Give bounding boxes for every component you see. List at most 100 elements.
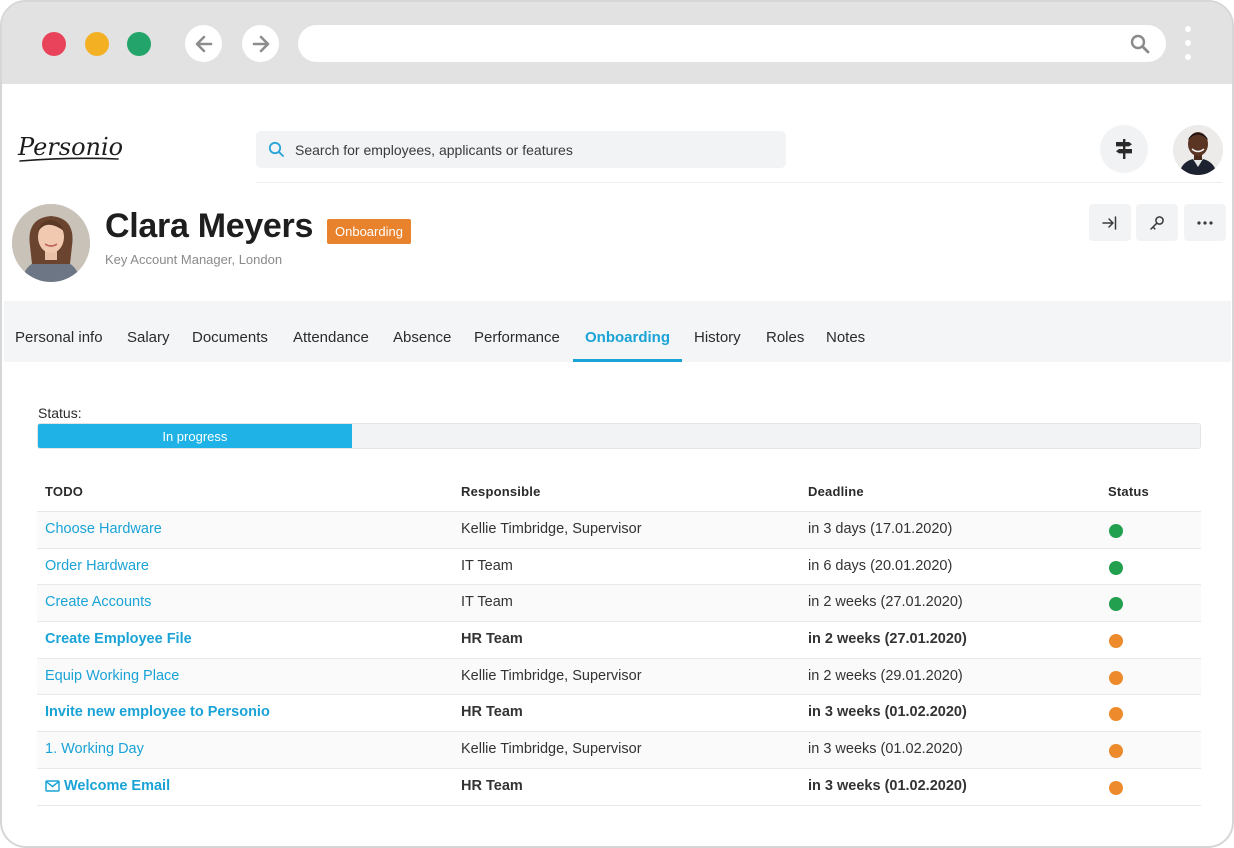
key-action-button[interactable] [1136,204,1178,241]
todo-link[interactable]: Order Hardware [45,558,149,574]
todo-label: Order Hardware [45,557,149,574]
deadline-cell: in 3 weeks (01.02.2020) [808,777,967,794]
search-placeholder: Search for employees, applicants or feat… [295,141,573,158]
search-icon[interactable] [1130,34,1150,54]
tab-attendance[interactable]: Attendance [293,301,369,362]
todo-label: 1. Working Day [45,741,144,758]
onboarding-progress-bar: In progress [37,423,1201,449]
responsible-cell: HR Team [461,777,523,794]
column-header-responsible[interactable]: Responsible [461,484,541,499]
todo-label: Equip Working Place [45,667,180,684]
tab-absence[interactable]: Absence [393,301,451,362]
table-row[interactable]: Create Accounts IT Team in 2 weeks (27.01.… [37,585,1201,623]
responsible-cell: Kellie Timbridge, Supervisor [461,667,642,684]
responsible-cell: HR Team [461,704,523,721]
todo-link[interactable]: Create Employee File [45,631,192,647]
employee-position: Key Account Manager, London [105,252,283,267]
deadline-cell: in 3 weeks (01.02.2020) [808,704,967,721]
status-indicator-dot [1109,780,1123,795]
tab-personal-info[interactable]: Personal info [15,301,103,362]
deadline-cell: in 2 weeks (29.01.2020) [808,667,963,684]
status-indicator-dot [1109,670,1123,685]
progress-label: In progress [162,428,228,444]
address-bar[interactable] [298,25,1166,62]
deadline-cell: in 3 days (17.01.2020) [808,521,953,537]
column-header-status[interactable]: Status [1108,484,1149,499]
personio-logo[interactable]: Personio [16,128,123,168]
deadline-cell: in 2 weeks (27.01.2020) [808,594,963,611]
tab-onboarding[interactable]: Onboarding [573,301,682,362]
status-indicator-dot [1109,597,1123,612]
onboarding-status-badge: Onboarding [327,219,411,244]
onboarding-todo-table: TODO Responsible Deadline Status Choose … [37,472,1201,806]
status-indicator-dot [1109,524,1123,538]
mail-icon [45,780,60,792]
todo-link[interactable]: Choose Hardware [45,521,162,537]
employee-name: Clara Meyers [105,207,314,245]
browser-window: Personio Search for employees, applicant… [0,0,1234,848]
signpost-icon [1116,139,1132,159]
tab-performance[interactable]: Performance [474,301,560,362]
responsible-cell: Kellie Timbridge, Supervisor [461,521,642,537]
login-action-button[interactable] [1089,204,1131,241]
todo-label: Welcome Email [64,777,171,794]
tab-notes[interactable]: Notes [826,301,865,362]
employee-photo [12,204,90,282]
back-button[interactable] [185,25,222,62]
more-options-button[interactable] [1184,204,1226,241]
table-body: Choose Hardware Kellie Timbridge, Supervi… [37,512,1201,806]
minimize-window-button[interactable] [85,32,109,56]
todo-link[interactable]: Equip Working Place [45,668,179,684]
todo-label: Choose Hardware [45,521,162,537]
employee-search-input[interactable]: Search for employees, applicants or feat… [256,131,786,168]
table-row[interactable]: Create Employee File HR Team in 2 weeks (2… [37,622,1201,659]
responsible-cell: IT Team [461,557,513,574]
forward-button[interactable] [242,25,279,62]
todo-link[interactable]: Invite new employee to Personio [45,704,270,720]
table-row[interactable]: Order Hardware IT Team in 6 days (20.01.20… [37,549,1201,586]
browser-toolbar [2,2,1232,84]
close-window-button[interactable] [42,32,66,56]
todo-label: Invite new employee to Personio [45,704,270,721]
status-indicator-dot [1109,560,1123,575]
responsible-cell: Kellie Timbridge, Supervisor [461,741,642,758]
table-row[interactable]: Invite new employee to Personio HR Team in… [37,695,1201,733]
status-indicator-dot [1109,634,1123,649]
todo-label: Create Employee File [45,631,192,648]
column-header-deadline[interactable]: Deadline [808,484,864,499]
deadline-cell: in 3 weeks (01.02.2020) [808,741,963,758]
status-indicator-dot [1109,744,1123,759]
table-row[interactable]: 1. Working Day Kellie Timbridge, Supervis… [37,732,1201,769]
todo-link[interactable]: Create Accounts [45,594,151,610]
arrow-left-icon [195,35,212,52]
arrow-right-icon [252,35,269,52]
todo-link[interactable]: 1. Working Day [45,741,144,757]
table-row[interactable]: Welcome Email HR Team in 3 weeks (01.02.20… [37,769,1201,806]
responsible-cell: IT Team [461,594,513,611]
tab-history[interactable]: History [694,301,741,362]
key-icon [1150,215,1164,230]
table-row[interactable]: Choose Hardware Kellie Timbridge, Supervi… [37,512,1201,549]
table-header: TODO Responsible Deadline Status [37,472,1201,512]
tab-documents[interactable]: Documents [192,301,268,362]
maximize-window-button[interactable] [127,32,151,56]
todo-link[interactable]: Welcome Email [45,778,170,794]
todo-label: Create Accounts [45,594,152,611]
responsible-cell: HR Team [461,631,523,648]
table-row[interactable]: Equip Working Place Kellie Timbridge, Sup… [37,658,1201,696]
column-header-todo[interactable]: TODO [45,484,83,499]
status-indicator-dot [1109,707,1123,722]
deadline-cell: in 6 days (20.01.2020) [808,557,953,574]
sign-in-icon [1102,215,1117,230]
tab-roles[interactable]: Roles [766,301,804,362]
kebab-menu-icon[interactable] [1183,26,1193,64]
profile-tab-bar: Personal info Salary Documents Attendanc… [4,301,1231,362]
status-label: Status: [38,405,82,421]
header-divider [256,182,1222,183]
ellipsis-icon [1197,220,1213,225]
logo-text: Personio [17,133,122,161]
search-icon [268,141,284,157]
user-avatar[interactable] [1173,125,1223,175]
tab-salary[interactable]: Salary [127,301,170,362]
signpost-button[interactable] [1100,125,1148,173]
